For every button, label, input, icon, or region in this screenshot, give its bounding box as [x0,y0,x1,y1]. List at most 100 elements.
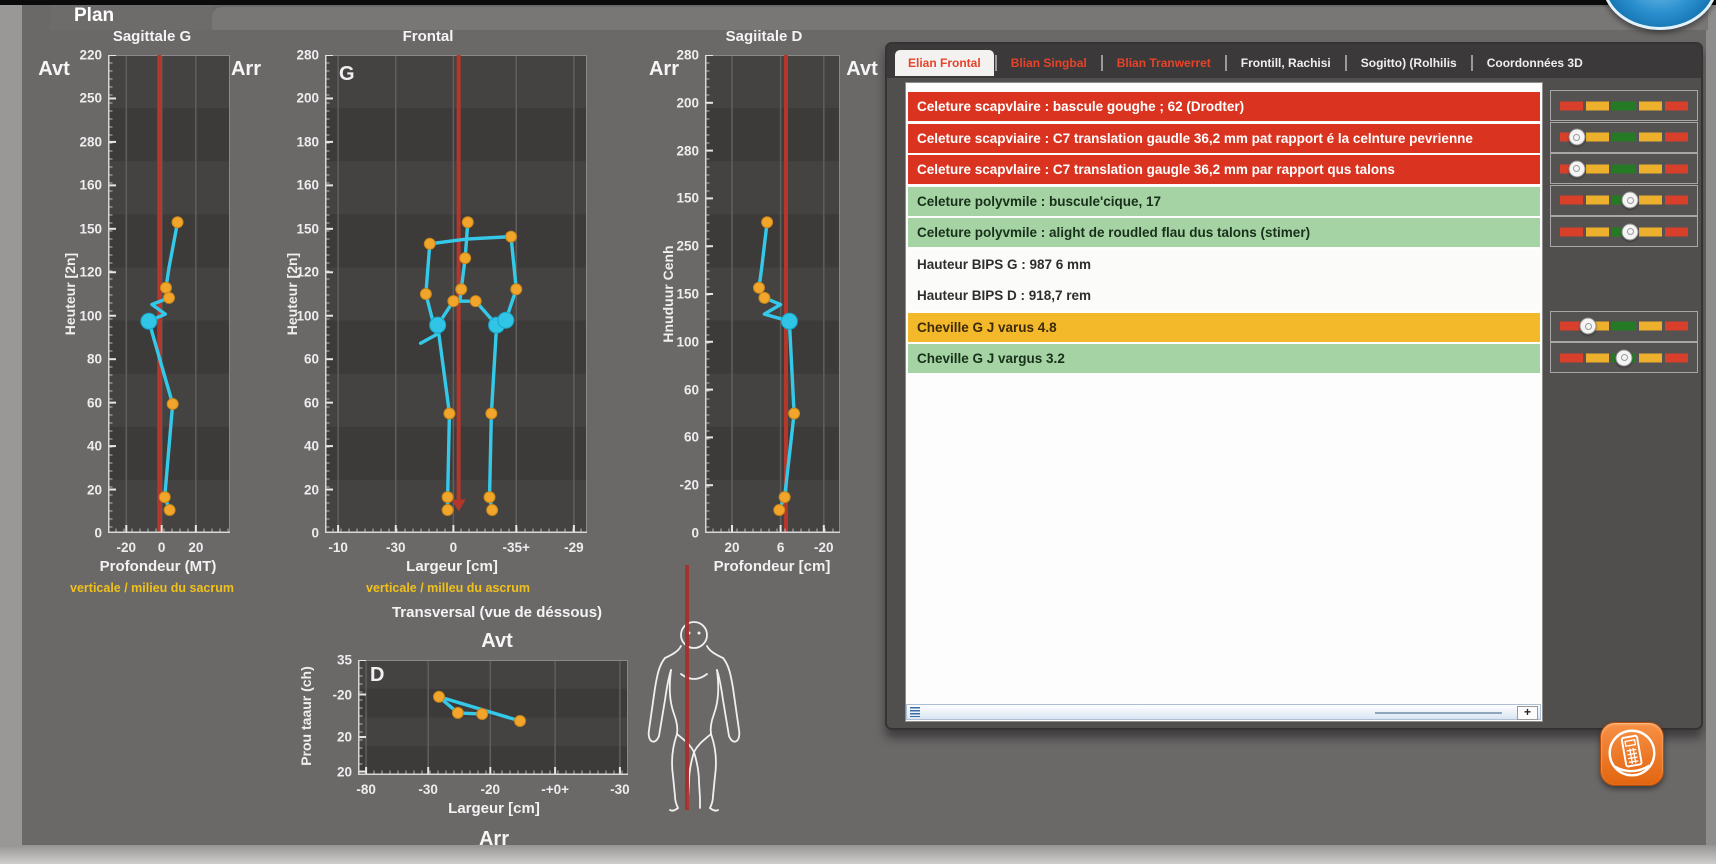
y-tick-label: 120 [79,264,102,280]
y-tick-label: 0 [691,525,699,541]
window-top-edge [0,0,1716,5]
y-tick-label: 0 [94,525,102,541]
x-tick-label: -29 [564,540,584,555]
scrollbar-grip-icon[interactable] [910,707,920,717]
panel-tab-bar: Elian Frontal Blian Singbal Blian Tranwerr… [895,50,1596,76]
x-tick-label: -10 [328,540,348,555]
gauge-segment [1586,195,1610,205]
y-tick-label: 35 [336,652,352,668]
y-tick-label: 160 [79,177,102,193]
panel-tab[interactable]: Elian Frontal [895,50,994,76]
gauge-segment [1664,227,1689,236]
plot-frontal [325,55,587,533]
calculator-button[interactable] [1600,722,1664,786]
body-reference-line [685,565,689,810]
x-axis-label: Largeur [cm] [448,800,540,817]
y-tick-label: 20 [303,482,319,498]
y-tick-label: 150 [676,190,699,206]
top-tab-strip [212,7,1708,30]
gauge-segment [1638,195,1662,205]
y-axis-label: Prou taaur (ch) [298,666,314,766]
y-tick-label: 60 [683,382,699,398]
scrollbar-thumb[interactable] [1375,712,1502,714]
panel-tab[interactable]: Blian Tranwerret [1104,50,1224,76]
chart-title: Frontal [402,28,454,45]
panel-tab[interactable]: Frontill, Rachisi [1228,50,1344,76]
tab-divider [994,55,997,71]
result-row[interactable]: Hauteur BIPS G : 987 6 mm [908,249,1540,279]
x-tick-label: -80 [356,782,376,797]
gauge-segment [1612,101,1636,110]
tab-plan-label: Plan [74,5,115,26]
gauge-segment [1612,164,1636,173]
gauge-segment [1664,164,1689,173]
direction-label-top: Avt [481,630,513,652]
horizontal-scrollbar[interactable]: + [906,704,1541,720]
y-tick-label: 40 [303,438,319,454]
plot-corner-label: D [370,664,385,686]
gauge-marker [1621,223,1639,240]
gauge-segment [1560,195,1584,205]
range-gauge [1550,153,1698,184]
x-tick-label: -35+ [502,540,530,555]
y-tick-label: 60 [303,351,319,367]
result-row[interactable]: Celeture polyvmile : alight de roudled f… [908,218,1540,247]
y-tick-label: 100 [676,334,699,350]
gauge-segment [1560,353,1584,362]
gauge-marker [1615,349,1633,366]
gauge-segment [1586,353,1610,362]
tab-divider [1224,55,1227,71]
panel-tab[interactable]: Blian Singbal [998,50,1100,76]
direction-label-right: Avt [846,58,878,80]
result-row[interactable]: Celeture scapviaire : C7 translation gau… [908,123,1540,153]
gauge-segment [1612,321,1636,331]
result-row[interactable]: Celeture scapvlaire : C7 translation gau… [908,155,1540,184]
gauge-segment [1638,101,1662,110]
chart-title: Transversal (vue de déssous) [391,604,603,621]
result-row[interactable]: Cheville G J varus 4.8 [908,312,1540,342]
panel-tab[interactable]: Sogitto) (Rolhilis [1348,50,1470,76]
gauge-marker [1568,128,1586,146]
body-silhouette-icon [647,565,741,812]
y-tick-label: 150 [79,221,102,237]
gauge-segment [1638,132,1662,142]
result-row[interactable]: Celeture scapvlaire : bascule goughe ; 6… [908,92,1540,121]
panel-tab[interactable]: Coordonnées 3D [1474,50,1596,76]
y-tick-label: 250 [676,238,699,254]
plot-sagittale_d [705,55,840,533]
plot-sagittale_g [108,55,230,533]
x-tick-label: -20 [480,782,501,797]
y-tick-label: 150 [296,221,319,237]
y-tick-label: 120 [296,264,319,280]
zoom-plus-button[interactable]: + [1517,706,1538,720]
x-axis-label: Profondeur (MT) [99,558,217,575]
chart-title: Sagiitale D [725,28,803,45]
app-window: Plan Sagittale G Avt Arr Heuteur [2n] Profon… [0,0,1716,864]
y-tick-label: 220 [79,47,102,63]
y-tick-label: -20 [679,477,699,493]
result-row[interactable]: Celeture polyvmile : buscule'cique, 17 [908,186,1540,216]
y-tick-label: 280 [676,143,699,159]
y-tick-label: -20 [332,687,352,702]
x-tick-label: -20 [116,540,137,555]
y-tick-label: 280 [79,134,102,150]
y-tick-label: 180 [296,134,319,150]
direction-label-right: Arr [230,58,262,80]
gauge-segment [1638,321,1662,331]
y-tick-label: 100 [79,308,102,324]
tab-divider [1100,55,1103,71]
range-gauge [1550,184,1698,216]
y-tick-label: 60 [683,429,699,445]
window-right-edge [1706,0,1716,864]
gauge-segment [1638,227,1662,236]
gauge-segment [1586,101,1610,110]
x-tick-label: -+0+ [541,782,569,797]
gauge-marker [1579,317,1597,335]
gauge-segment [1586,227,1610,236]
y-tick-label: 150 [676,286,699,302]
range-gauge [1550,90,1698,121]
y-tick-label: 280 [296,47,319,63]
result-row[interactable]: Cheville G J vargus 3.2 [908,344,1540,373]
gauge-segment [1612,132,1636,142]
result-row[interactable]: Hauteur BIPS D : 918,7 rem [908,281,1540,310]
